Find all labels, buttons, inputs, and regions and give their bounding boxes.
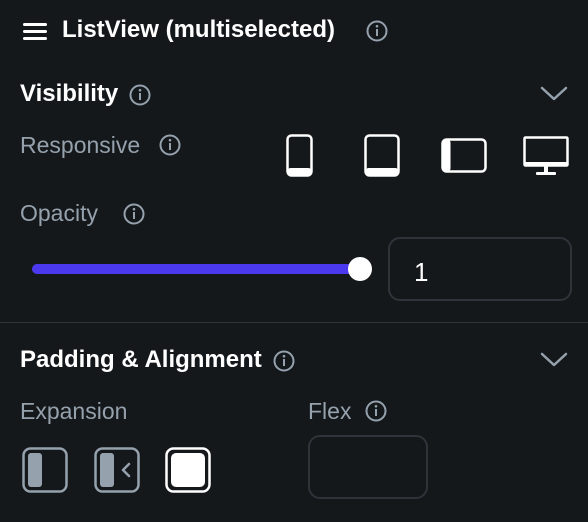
section-divider [0, 322, 588, 323]
slider-thumb[interactable] [348, 257, 372, 281]
info-icon[interactable] [123, 203, 145, 225]
opacity-slider[interactable] [32, 256, 372, 282]
visibility-title: Visibility [20, 80, 119, 107]
phone-icon[interactable] [286, 134, 314, 178]
info-icon[interactable] [129, 84, 151, 106]
expansion-full-icon[interactable] [165, 447, 211, 493]
expansion-fill-left-icon[interactable] [22, 447, 68, 493]
expansion-collapse-left-icon[interactable] [94, 447, 140, 493]
opacity-label: Opacity [20, 200, 98, 226]
chevron-down-icon[interactable] [540, 352, 568, 368]
chevron-down-icon[interactable] [540, 86, 568, 102]
info-icon[interactable] [273, 350, 295, 372]
info-icon[interactable] [365, 400, 387, 422]
info-icon[interactable] [366, 20, 388, 42]
opacity-value: 1 [414, 257, 429, 287]
desktop-icon[interactable] [523, 136, 569, 178]
tablet-landscape-icon[interactable] [441, 138, 487, 174]
flex-input[interactable] [308, 435, 428, 499]
responsive-label: Responsive [20, 132, 141, 158]
flex-label: Flex [308, 398, 352, 424]
page-title: ListView (multiselected) [62, 16, 335, 43]
menu-icon[interactable] [23, 21, 47, 41]
slider-fill [32, 264, 360, 274]
expansion-label: Expansion [20, 398, 128, 424]
padding-alignment-title: Padding & Alignment [20, 346, 262, 373]
opacity-input[interactable]: 1 [388, 237, 572, 301]
tablet-icon[interactable] [364, 134, 400, 178]
info-icon[interactable] [159, 134, 181, 156]
header: ListView (multiselected) [0, 0, 588, 62]
